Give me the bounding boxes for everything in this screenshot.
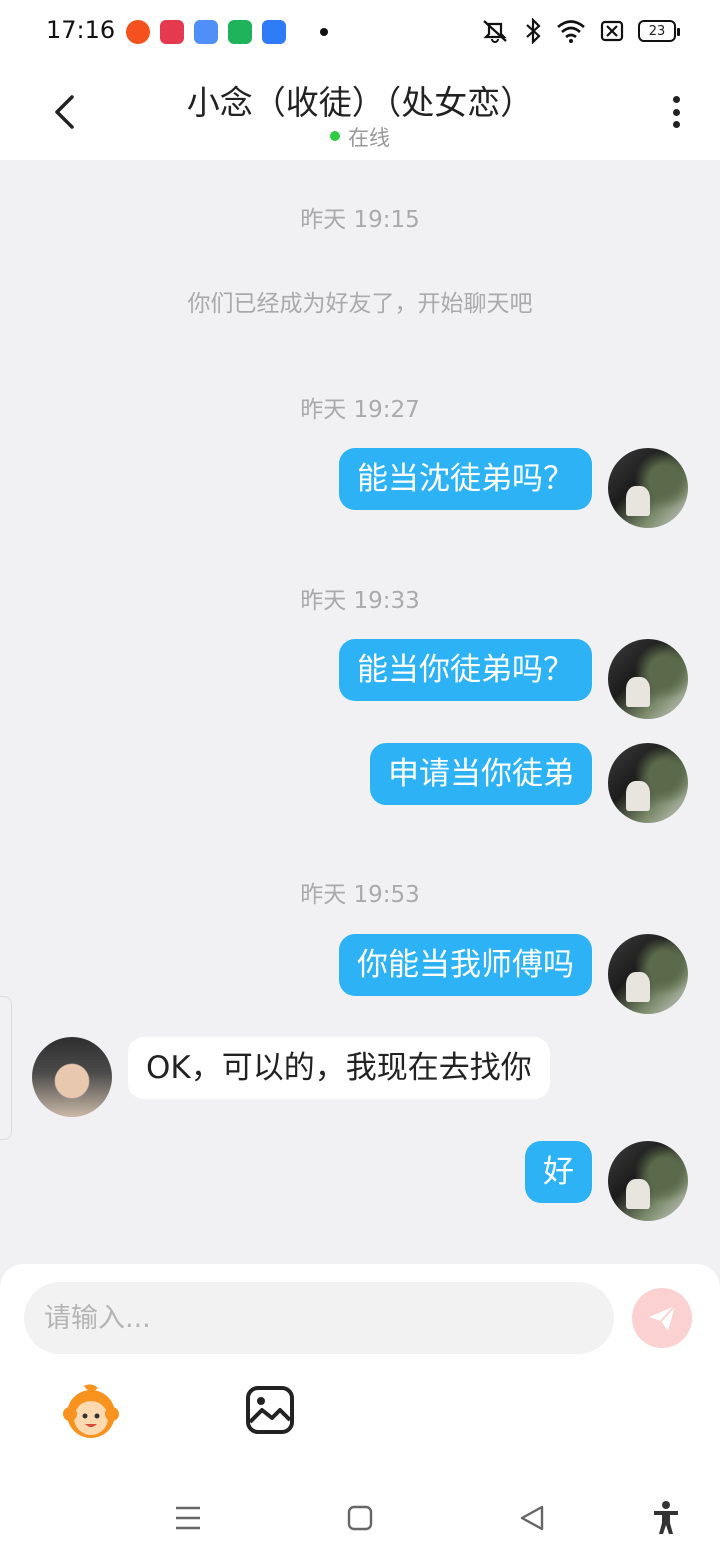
message-input[interactable] <box>24 1282 614 1354</box>
send-button[interactable] <box>632 1288 692 1348</box>
message-bubble-outgoing[interactable]: 申请当你徒弟 <box>370 743 592 805</box>
peer-avatar[interactable] <box>32 1037 112 1117</box>
message-bubble-outgoing[interactable]: 好 <box>525 1141 592 1203</box>
back-icon <box>520 1505 544 1531</box>
timestamp: 昨天 19:33 <box>300 588 420 614</box>
shop-icon <box>228 20 252 44</box>
files-icon <box>262 20 286 44</box>
more-dot-icon <box>672 121 680 128</box>
menu-icon <box>176 1506 200 1530</box>
timestamp: 昨天 19:53 <box>300 882 420 908</box>
image-icon <box>246 1386 294 1434</box>
wifi-icon <box>557 20 585 43</box>
navigation-bar <box>0 1480 720 1560</box>
status-bar: 17:16 23 <box>0 0 720 64</box>
notification-icons <box>126 20 328 44</box>
status-time: 17:16 <box>46 16 116 44</box>
video-icon <box>160 20 184 44</box>
accessibility-button[interactable] <box>646 1498 686 1538</box>
message-bubble-outgoing[interactable]: 你能当我师傅吗 <box>339 934 592 996</box>
more-dot-icon <box>672 108 680 116</box>
side-drawer-handle[interactable] <box>0 996 12 1140</box>
emoji-button[interactable] <box>60 1380 122 1442</box>
image-button[interactable] <box>244 1384 296 1436</box>
send-icon <box>649 1305 676 1331</box>
message-bubble-outgoing[interactable]: 能当你徒弟吗？ <box>339 639 592 701</box>
home-button[interactable] <box>340 1498 380 1538</box>
system-icons: 23 <box>480 18 680 44</box>
my-avatar[interactable] <box>608 448 688 528</box>
message-bubble-incoming[interactable]: OK，可以的，我现在去找你 <box>128 1037 550 1099</box>
more-notifications-dot <box>320 28 328 36</box>
input-area <box>0 1264 720 1480</box>
system-message: 你们已经成为好友了，开始聊天吧 <box>187 291 533 317</box>
timestamp: 昨天 19:27 <box>300 397 420 423</box>
chat-area[interactable]: 昨天 19:15 你们已经成为好友了，开始聊天吧 昨天 19:27 能当沈徒弟吗… <box>0 160 720 1264</box>
feather-icon <box>194 20 218 44</box>
home-icon <box>347 1505 373 1531</box>
bluetooth-icon <box>526 18 541 44</box>
back-nav-button[interactable] <box>512 1498 552 1538</box>
message-bubble-outgoing[interactable]: 能当沈徒弟吗？ <box>339 448 592 510</box>
mute-icon <box>483 20 507 43</box>
my-avatar[interactable] <box>608 934 688 1014</box>
online-status: 在线 <box>0 122 720 152</box>
online-dot-icon <box>330 131 340 141</box>
more-dot-icon <box>672 96 680 103</box>
my-avatar[interactable] <box>608 743 688 823</box>
chat-header: 小念（收徒）（处女恋） 在线 <box>0 64 720 160</box>
more-options-button[interactable] <box>660 90 692 134</box>
my-avatar[interactable] <box>608 1141 688 1221</box>
battery-indicator: 23 <box>638 20 680 42</box>
timestamp: 昨天 19:15 <box>300 207 420 233</box>
recent-apps-button[interactable] <box>168 1498 208 1538</box>
accessibility-icon <box>654 1501 678 1534</box>
chat-title: 小念（收徒）（处女恋） <box>186 83 534 122</box>
sim-disabled-icon <box>600 20 624 42</box>
emoji-icon <box>63 1384 119 1438</box>
weibo-icon <box>126 20 150 44</box>
my-avatar[interactable] <box>608 639 688 719</box>
online-status-label: 在线 <box>348 126 390 150</box>
